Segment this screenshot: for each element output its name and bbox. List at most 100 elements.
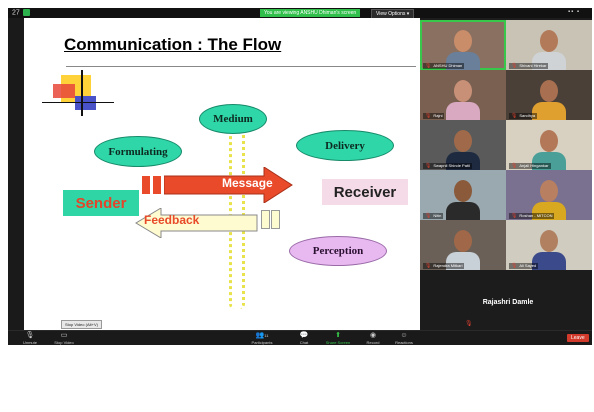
featured-participant-name: Rajashri Damle: [482, 299, 534, 306]
reactions-icon: ☺: [400, 332, 408, 339]
reactions-label: Reactions: [395, 340, 413, 345]
delivery-ellipse: Delivery: [296, 130, 394, 161]
formulating-ellipse: Formulating: [94, 136, 182, 167]
unmute-button[interactable]: 🎙 Unmute: [12, 332, 48, 345]
meeting-id: 27: [12, 9, 20, 17]
mic-muted-icon: 🎙: [425, 163, 432, 169]
participant-name: 🎙 Swapnil Shinde Patil: [423, 163, 472, 169]
participant-body: [446, 202, 480, 220]
stop-video-tooltip: Stop Video (Alt+V): [61, 320, 102, 329]
participant-tile[interactable]: 🎙 Shivani Hirekar: [506, 20, 592, 70]
participant-name-label: Roshan - MITCON: [519, 213, 553, 218]
decorative-vertical-line: [81, 70, 83, 116]
participant-name-label: Rajendra Mitkari: [433, 263, 463, 268]
participant-name-label: Rajni: [433, 113, 443, 118]
participant-tile[interactable]: 🎙 Nitin: [420, 170, 506, 220]
participant-name-label: Anjali Hingankar: [519, 163, 549, 168]
unmute-label: Unmute: [22, 340, 37, 345]
participant-name: 🎙 Ali Sayed: [509, 263, 539, 269]
perception-ellipse: Perception: [289, 236, 387, 266]
participant-count: 11: [264, 333, 269, 338]
mic-muted-icon: 🎙: [511, 163, 518, 169]
mic-muted-icon: 🎙: [425, 113, 432, 119]
participant-tile[interactable]: 🎙 Roshan - MITCON: [506, 170, 592, 220]
feedback-bar-right: [271, 210, 280, 229]
medium-ellipse: Medium: [199, 104, 267, 134]
participant-face: [454, 30, 472, 52]
participant-name: 🎙 Shivani Hirekar: [509, 63, 549, 69]
receiver-box: Receiver: [322, 179, 408, 205]
message-bar-right: [153, 176, 161, 194]
decorative-blue-square: [75, 96, 96, 110]
participant-face: [454, 230, 472, 252]
chat-label: Chat: [299, 340, 309, 345]
microphone-icon: 🎙: [25, 332, 35, 339]
share-screen-icon: ⬆: [335, 332, 341, 339]
participant-name: 🎙 ANSHU Dhiman: [423, 63, 465, 69]
stop-video-label: Stop Video: [54, 340, 74, 345]
participant-name-label: Sandhya: [519, 113, 536, 118]
mic-muted-icon: 🎙: [511, 213, 518, 219]
participant-name-label: Swapnil Shinde Patil: [433, 163, 470, 168]
meeting-toolbar: 🎙 Unmute ▭ Stop Video 👥11 Participants 💬…: [8, 330, 592, 345]
participant-face: [540, 230, 558, 252]
mic-muted-icon: 🎙: [511, 63, 518, 69]
decorative-horizontal-line: [42, 102, 114, 103]
shared-slide: Communication : The Flow Medium Formulat…: [24, 18, 420, 330]
participant-face: [540, 80, 558, 102]
participant-name: 🎙 Rajni: [423, 113, 445, 119]
participant-face: [454, 80, 472, 102]
chat-button[interactable]: 💬 Chat: [286, 332, 322, 345]
participant-name: 🎙 Sandhya: [509, 113, 538, 119]
participant-tile[interactable]: 🎙 Sandhya: [506, 70, 592, 120]
gallery-view-icon[interactable]: ▪▪ ▪: [568, 9, 580, 15]
participant-face: [454, 180, 472, 202]
participant-face: [540, 30, 558, 52]
feedback-bar-left: [261, 210, 270, 229]
participant-name-label: ANSHU Dhiman: [433, 63, 463, 68]
reactions-button[interactable]: ☺ Reactions: [386, 332, 422, 345]
mic-muted-icon: 🎙: [511, 263, 518, 269]
participant-tile[interactable]: 🎙 Rajendra Mitkari: [420, 220, 506, 270]
participant-name: 🎙 Roshan - MITCON: [509, 213, 555, 219]
slide-title: Communication : The Flow: [64, 35, 282, 54]
meeting-top-bar: 27 You are viewing ANSHU Dhiman's screen…: [8, 8, 592, 19]
decorative-red-square: [53, 84, 75, 98]
participant-name: 🎙 Nitin: [423, 213, 444, 219]
participant-tile[interactable]: 🎙 ANSHU Dhiman: [420, 20, 506, 70]
mic-muted-icon: 🎙: [465, 321, 473, 327]
participant-face: [454, 130, 472, 152]
message-bar-left: [142, 176, 150, 194]
camera-icon: ▭: [60, 332, 68, 339]
leave-button[interactable]: Leave: [567, 334, 589, 342]
title-divider: [66, 66, 416, 67]
participant-name-label: Ali Sayed: [519, 263, 537, 268]
participants-label: Participants: [251, 340, 273, 345]
participants-button[interactable]: 👥11 Participants: [244, 332, 280, 345]
participant-tile[interactable]: 🎙 Rajni: [420, 70, 506, 120]
mic-muted-icon: 🎙: [425, 213, 432, 219]
share-screen-button[interactable]: ⬆ Share Screen: [320, 332, 356, 345]
mic-muted-icon: 🎙: [511, 113, 518, 119]
security-shield-icon[interactable]: [22, 9, 30, 16]
meeting-info[interactable]: 27: [12, 9, 30, 16]
participant-name-label: Nitin: [433, 213, 442, 218]
share-screen-label: Share Screen: [325, 340, 351, 345]
participant-face: [540, 180, 558, 202]
participant-tile[interactable]: 🎙 Ali Sayed: [506, 220, 592, 270]
participant-tile[interactable]: 🎙 Anjali Hingankar: [506, 120, 592, 170]
participant-body: [446, 102, 480, 120]
featured-participant-tile[interactable]: Rajashri Damle 🎙: [463, 284, 553, 330]
stop-video-button[interactable]: ▭ Stop Video: [46, 332, 82, 345]
participant-name-label: Shivani Hirekar: [519, 63, 547, 68]
mic-muted-icon: 🎙: [425, 63, 432, 69]
feedback-label: Feedback: [144, 213, 200, 227]
sender-box: Sender: [63, 190, 139, 216]
participant-tile[interactable]: 🎙 Swapnil Shinde Patil: [420, 120, 506, 170]
participant-face: [540, 130, 558, 152]
chat-icon: 💬: [299, 332, 309, 339]
screen-share-banner: You are viewing ANSHU Dhiman's screen: [260, 9, 361, 17]
participant-name: 🎙 Rajendra Mitkari: [423, 263, 465, 269]
participants-icon: 👥11: [255, 332, 269, 339]
zoom-meeting-window: 27 You are viewing ANSHU Dhiman's screen…: [8, 8, 592, 345]
